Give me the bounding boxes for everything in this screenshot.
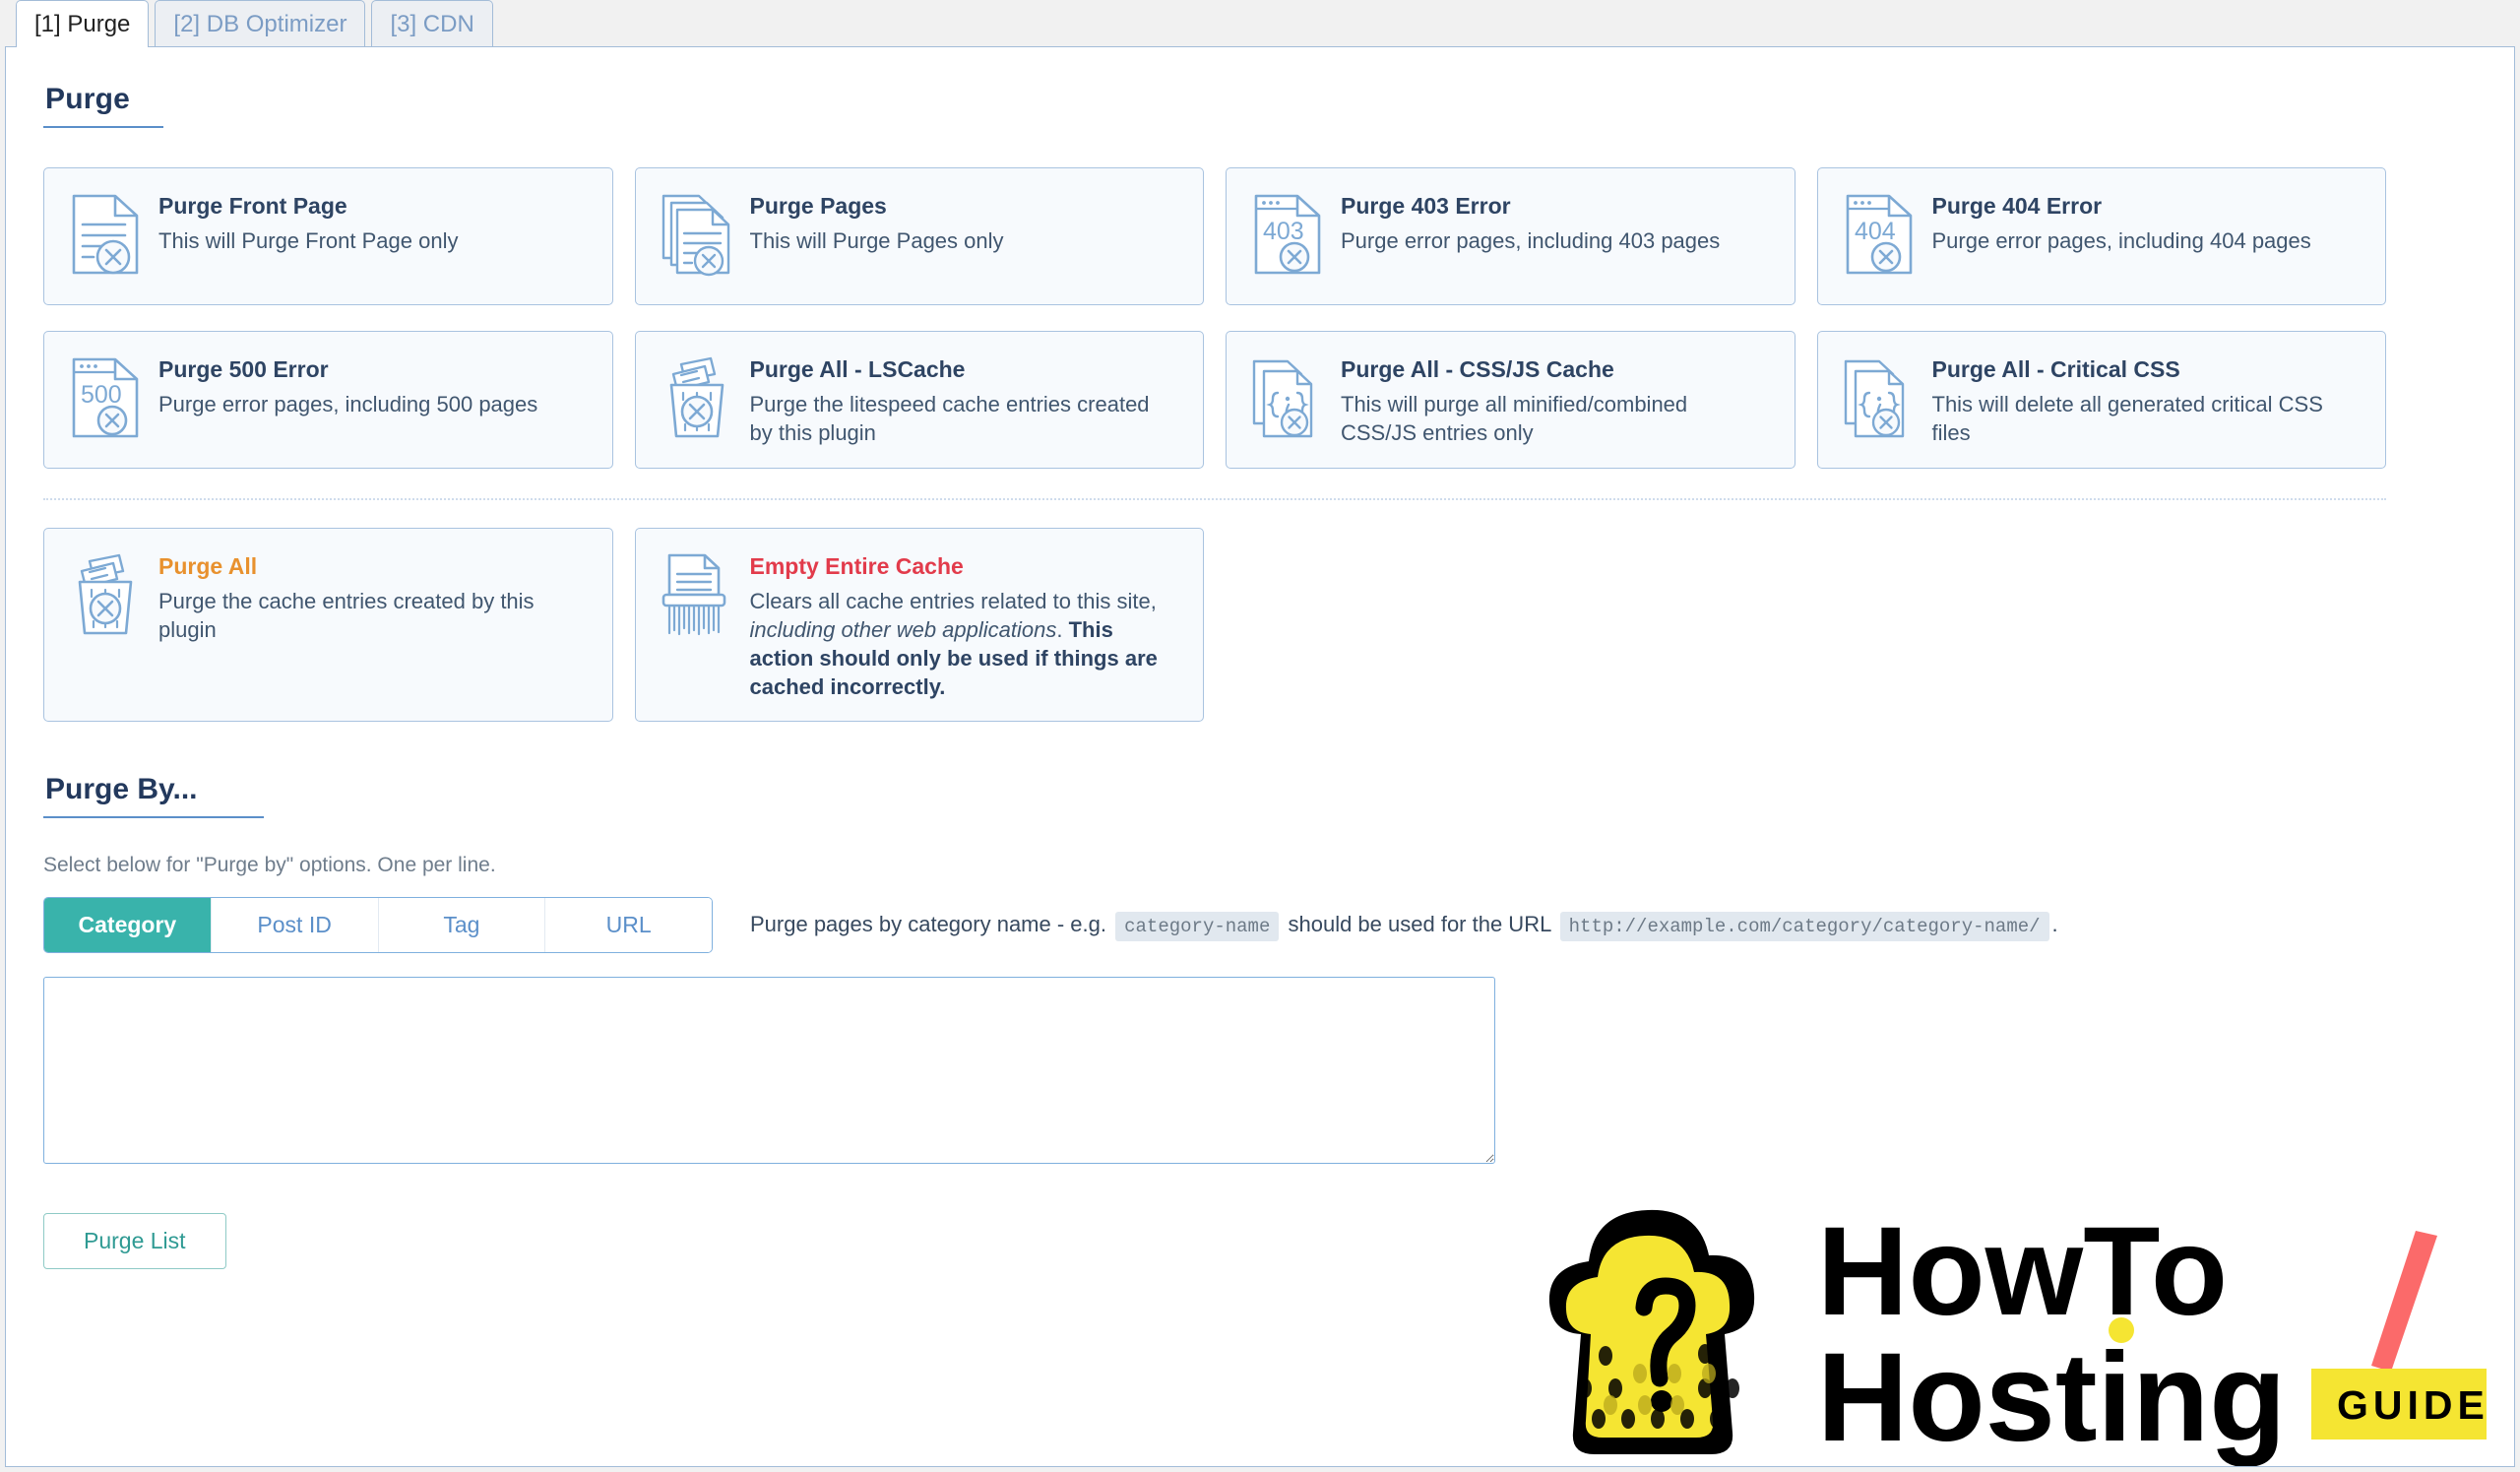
purge-by-explanation: Purge pages by category name - e.g. cate… [750,912,2058,942]
card-description: This will purge all minified/combined CS… [1341,391,1688,445]
document-500-x-icon: 500 [72,357,139,438]
logo-guide-label: GUIDE [2337,1382,2489,1428]
card-description: Purge the litespeed cache entries create… [749,391,1150,445]
purge-card-grid-row2: 500 Purge 500 Error Purge error pages, i… [43,331,2386,469]
segment-post-id[interactable]: Post ID [211,897,379,952]
desc-part-1: Clears all cache entries related to this… [749,588,1157,613]
tab-db-optimizer[interactable]: [2] DB Optimizer [155,0,366,47]
purge-card-grid-row3: Purge All Purge the cache entries create… [43,528,2386,722]
documents-stack-x-icon [662,194,729,277]
card-title: Purge All - Critical CSS [1931,356,2180,382]
document-403-x-icon: 403 [1254,194,1321,275]
purge-pages-card[interactable]: Purge Pages This will Purge Pages only [634,167,1204,305]
card-description: Purge error pages, including 500 pages [158,391,538,416]
segment-url[interactable]: URL [545,897,712,952]
card-code-label: 500 [81,381,122,409]
code-category-name: category-name [1115,912,1280,942]
card-title: Purge Front Page [158,193,347,219]
section-divider [43,498,2386,500]
trash-bin-x-icon [78,553,133,635]
tab-bar: [1] Purge [2] DB Optimizer [3] CDN [0,0,2520,47]
purge-card-grid-row1: Purge Front Page This will Purge Front P… [43,167,2386,305]
explain-mid: should be used for the URL [1288,912,1551,937]
card-title: Purge Pages [749,193,887,219]
explain-post: . [2051,912,2058,937]
purge-all-lscache-card[interactable]: Purge All - LSCache Purge the litespeed … [634,331,1204,469]
tab-db-optimizer-label: [2] DB Optimizer [173,11,347,37]
code-example-url: http://example.com/category/category-nam… [1559,912,2049,942]
card-description: This will Purge Pages only [749,227,1004,253]
segment-tag[interactable]: Tag [378,897,546,952]
purge-500-card[interactable]: 500 Purge 500 Error Purge error pages, i… [43,331,613,469]
purge-by-segmented-control: Category Post ID Tag URL [43,896,713,953]
tab-cdn[interactable]: [3] CDN [371,0,493,47]
purge-panel: Purge Purge Front Page This will Purge F… [5,46,2515,1467]
logo-line-2: Hosting [1817,1327,2286,1467]
segment-category[interactable]: Category [44,897,212,952]
howtohosting-guide-logo: HowTo Hosting GUIDE [1548,1201,2489,1467]
card-title: Purge 404 Error [1931,193,2103,219]
cloud-question-mark-icon [1548,1209,1755,1454]
explain-pre: Purge pages by category name - e.g. [750,912,1106,937]
empty-entire-cache-card[interactable]: Empty Entire Cache Clears all cache entr… [634,528,1204,722]
trash-bin-x-icon [669,356,724,438]
purge-403-card[interactable]: 403 Purge 403 Error Purge error pages, i… [1226,167,1796,305]
card-title: Purge All [158,553,258,579]
purge-by-title: Purge By... [43,773,265,818]
logo-slash [2371,1231,2437,1372]
code-documents-x-icon [1252,359,1313,438]
card-title: Purge 500 Error [158,356,329,382]
document-x-icon [72,194,139,275]
purge-all-cssjs-card[interactable]: Purge All - CSS/JS Cache This will purge… [1226,331,1796,469]
purge-list-button[interactable]: Purge List [43,1212,226,1269]
purge-list-textarea[interactable] [43,976,1495,1164]
card-title: Purge All - LSCache [749,356,966,382]
card-title: Purge All - CSS/JS Cache [1341,356,1614,382]
logo-dot [2109,1317,2134,1343]
card-code-label: 404 [1855,218,1896,245]
desc-italic: including other web applications [749,616,1057,642]
code-documents-x-icon [1844,359,1904,438]
tab-purge[interactable]: [1] Purge [16,0,150,47]
purge-all-card[interactable]: Purge All Purge the cache entries create… [43,528,613,722]
card-code-label: 403 [1263,218,1304,245]
purge-by-selector-row: Category Post ID Tag URL Purge pages by … [43,896,2477,953]
logo-guide-badge [2311,1369,2487,1440]
card-description: This will Purge Front Page only [158,227,459,253]
card-description: Purge the cache entries created by this … [158,588,535,642]
card-title: Purge 403 Error [1341,193,1511,219]
purge-404-card[interactable]: 404 Purge 404 Error Purge error pages, i… [1816,167,2386,305]
tab-cdn-label: [3] CDN [390,11,474,37]
desc-part-2: . [1056,616,1069,642]
purge-front-page-card[interactable]: Purge Front Page This will Purge Front P… [43,167,613,305]
card-description: Clears all cache entries related to this… [750,587,1173,701]
card-title: Empty Entire Cache [749,553,964,579]
card-description: This will delete all generated critical … [1931,391,2323,445]
logo-line-1: HowTo [1817,1201,2228,1342]
document-404-x-icon: 404 [1846,194,1912,275]
card-description: Purge error pages, including 404 pages [1931,227,2311,253]
page-title: Purge [43,83,164,128]
tab-purge-label: [1] Purge [34,11,131,37]
shredder-icon [662,553,725,636]
purge-by-hint: Select below for "Purge by" options. One… [43,853,496,876]
card-description: Purge error pages, including 403 pages [1341,227,1721,253]
purge-all-critical-css-card[interactable]: Purge All - Critical CSS This will delet… [1816,331,2386,469]
